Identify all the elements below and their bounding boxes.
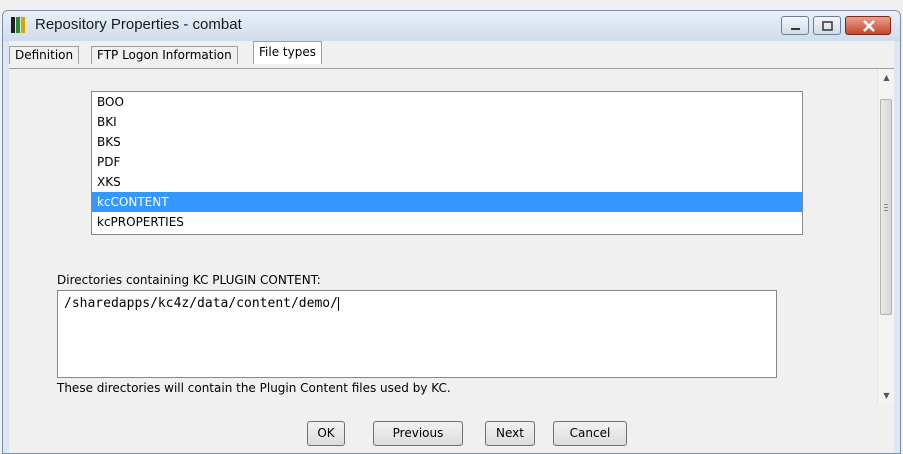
file-type-item[interactable]: kcPROPERTIES (92, 212, 802, 232)
file-type-item[interactable]: XKS (92, 172, 802, 192)
scrollbar-grip (884, 204, 888, 213)
button-bar: OK Previous Next Cancel (9, 404, 894, 453)
close-button[interactable] (845, 16, 891, 35)
next-button[interactable]: Next (485, 421, 535, 446)
dialog-client-area: Definition FTP Logon Information File ty… (9, 41, 894, 453)
vertical-scrollbar[interactable]: ▲ ▼ (877, 69, 894, 404)
repository-properties-window: Repository Properties - combat Definitio… (2, 10, 901, 454)
file-type-item[interactable]: BOO (92, 92, 802, 112)
tab-ftp-logon-information[interactable]: FTP Logon Information (91, 46, 238, 64)
tab-file-types[interactable]: File types (253, 41, 322, 64)
maximize-button[interactable] (813, 16, 841, 35)
directories-textarea[interactable]: /sharedapps/kc4z/data/content/demo/ (57, 290, 777, 378)
previous-button[interactable]: Previous (373, 421, 463, 446)
minimize-icon (791, 28, 800, 30)
file-type-item[interactable]: BKS (92, 132, 802, 152)
tab-definition[interactable]: Definition (9, 46, 80, 64)
scroll-up-icon[interactable]: ▲ (878, 69, 895, 86)
title-bar[interactable]: Repository Properties - combat (3, 11, 900, 41)
close-icon (863, 20, 875, 32)
directories-description: These directories will contain the Plugi… (57, 381, 451, 395)
minimize-button[interactable] (781, 16, 809, 35)
file-type-item[interactable]: BKI (92, 112, 802, 132)
file-type-item[interactable]: PDF (92, 152, 802, 172)
tab-strip: Definition FTP Logon Information File ty… (9, 41, 894, 69)
cancel-button[interactable]: Cancel (553, 421, 627, 446)
maximize-icon (822, 21, 833, 31)
repository-app-icon (11, 17, 27, 33)
scroll-down-icon[interactable]: ▼ (878, 387, 895, 404)
scrollbar-thumb[interactable] (880, 99, 892, 315)
text-caret (337, 296, 339, 311)
file-types-list[interactable]: BOO BKI BKS PDF XKS kcCONTENT kcPROPERTIES (91, 91, 803, 235)
directories-value: /sharedapps/kc4z/data/content/demo/ (64, 296, 338, 311)
directories-label: Directories containing KC PLUGIN CONTENT… (57, 273, 321, 287)
file-types-panel: BOO BKI BKS PDF XKS kcCONTENT kcPROPERTIES Dir… (9, 69, 877, 404)
window-title: Repository Properties - combat (35, 16, 242, 33)
ok-button[interactable]: OK (307, 421, 345, 446)
file-type-item[interactable]: kcCONTENT (92, 192, 802, 212)
